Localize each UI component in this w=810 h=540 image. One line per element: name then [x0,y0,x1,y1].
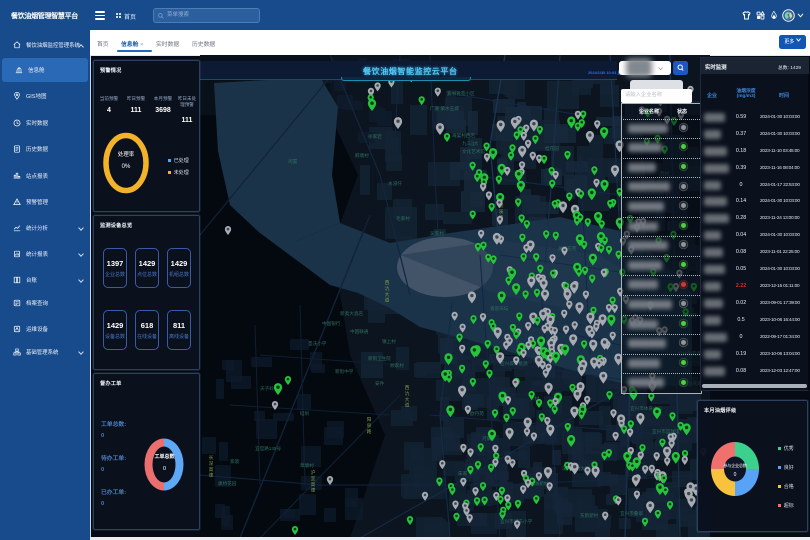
svg-text:鲸塘村: 鲸塘村 [355,152,369,159]
svg-text:沪宜高速: 沪宜高速 [310,469,315,493]
svg-text:紫书雅苑小区: 紫书雅苑小区 [447,90,475,97]
svg-text:海棠村西店: 海棠村西店 [452,132,475,139]
svg-text:香迎天坛: 香迎天坛 [490,305,509,312]
svg-text:广厦 紫水玉城: 广厦 紫水玉城 [430,105,459,112]
svg-text:文化艺术馆: 文化艺术馆 [462,148,485,155]
svg-text:桂花园: 桂花园 [545,145,559,152]
svg-text:镇上村: 镇上村 [382,338,396,345]
svg-text:草塘村: 草塘村 [300,462,314,469]
svg-text:徐家宕: 徐家宕 [368,133,382,140]
svg-text:水浸圩: 水浸圩 [388,180,402,187]
svg-text:中国银行: 中国银行 [322,320,341,327]
svg-text:紫裳: 紫裳 [230,458,240,465]
svg-text:九三]]大: 九三]]大 [462,140,479,147]
svg-text:朱家: 朱家 [458,470,468,477]
svg-text:新街卫生院: 新街卫生院 [368,355,391,362]
svg-text:宜官路135号: 宜官路135号 [255,445,281,452]
svg-text:硅圳: 硅圳 [300,410,310,417]
svg-text:新街中学: 新街中学 [335,368,354,375]
svg-text:长深高速: 长深高速 [208,454,213,478]
svg-text:西氿大道: 西氿大道 [384,280,389,304]
svg-text:宜兴市叠翠: 宜兴市叠翠 [620,510,643,517]
svg-text:安件: 安件 [375,380,385,387]
svg-text:吴家村: 吴家村 [430,230,444,237]
svg-text:东鹤新村: 东鹤新村 [580,512,599,519]
svg-text:康桥花园: 康桥花园 [218,480,237,487]
svg-text:新奥大酒店: 新奥大酒店 [340,310,363,317]
svg-text:顾家村: 顾家村 [390,362,404,369]
svg-text:西氿大道: 西氿大道 [404,385,409,409]
svg-text:阳泉路: 阳泉路 [366,416,371,435]
svg-text:天子岭: 天子岭 [260,385,274,392]
svg-text:欧丹苑: 欧丹苑 [470,410,484,417]
svg-text:毛家村: 毛家村 [396,215,410,221]
svg-text:圣沃小学: 圣沃小学 [308,340,327,347]
svg-text:中国联通: 中国联通 [350,328,369,335]
svg-text:闲置: 闲置 [288,158,298,165]
